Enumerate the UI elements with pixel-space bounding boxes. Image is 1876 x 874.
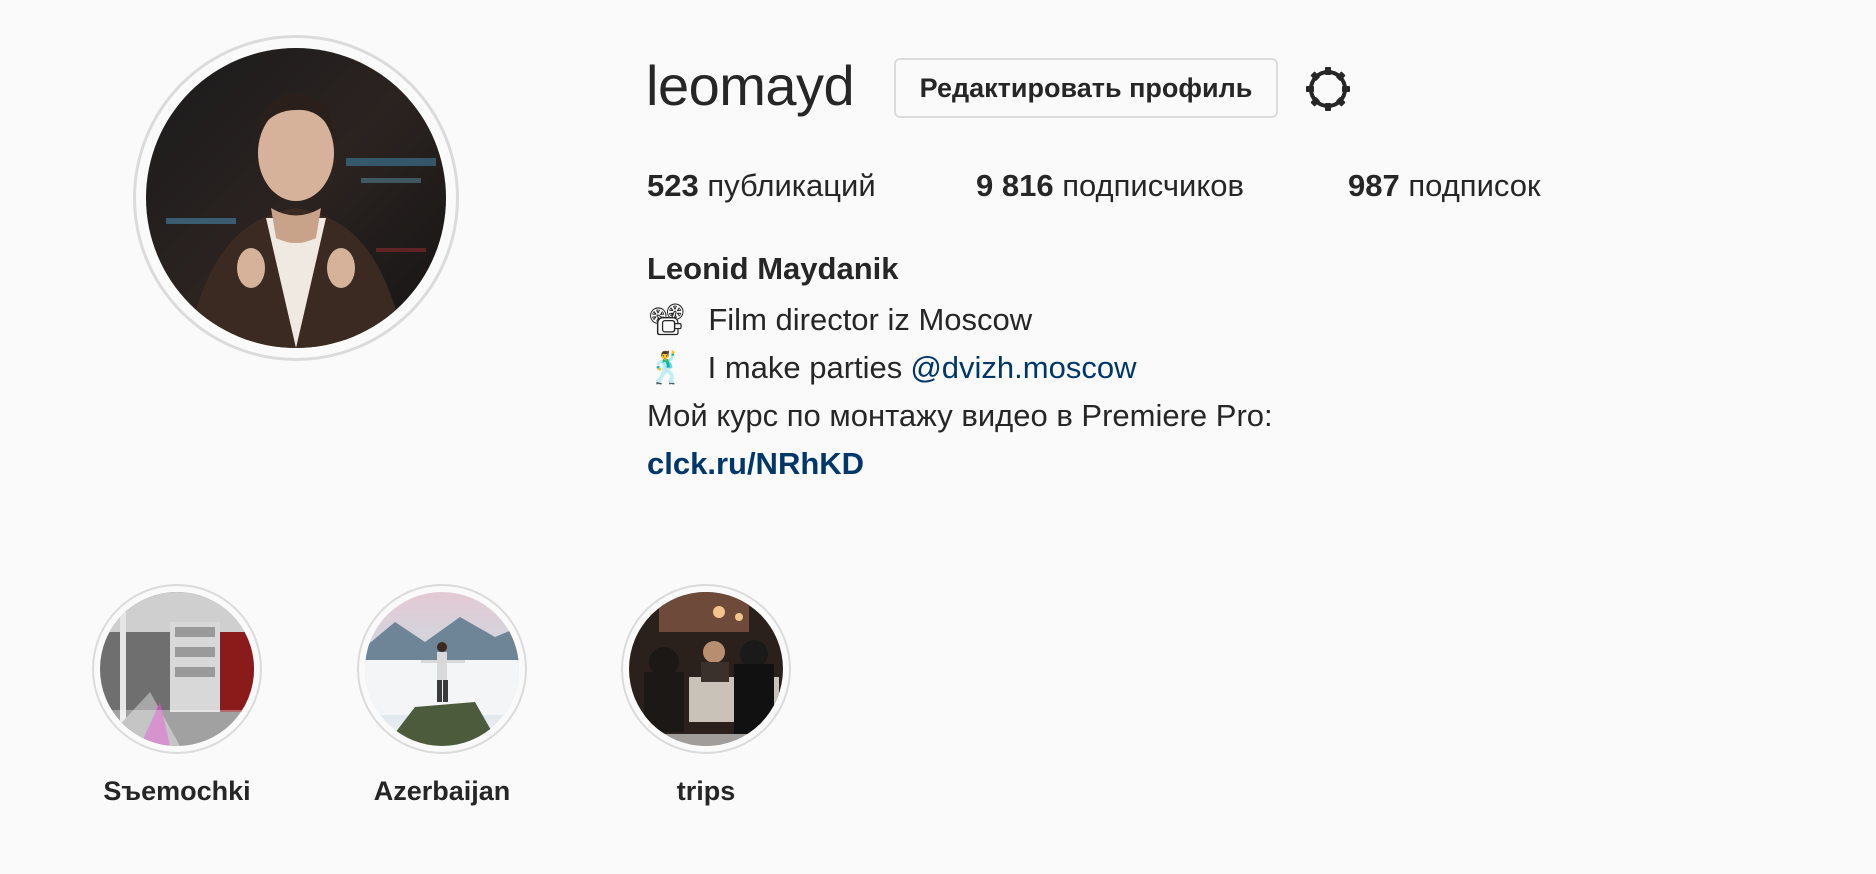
highlight-label: Azerbaijan — [373, 776, 511, 806]
avatar-photo — [146, 48, 446, 348]
bio-text-course: Мой курс по монтажу видео в Premiere Pro… — [647, 398, 1273, 433]
followers-count: 9 816 — [976, 168, 1054, 203]
dancing-man-icon: 🕺 — [647, 350, 686, 385]
highlight-label: trips — [676, 776, 736, 806]
highlight-cover-image — [629, 592, 783, 746]
bio-text-film: Film director iz Moscow — [708, 302, 1033, 337]
profile-username: leomayd — [646, 54, 855, 117]
highlight-item[interactable]: trips — [621, 584, 791, 808]
stat-posts[interactable]: 523 публикаций — [647, 166, 876, 206]
bio-line-link: clck.ru/NRhKD — [647, 440, 1273, 488]
posts-count: 523 — [647, 168, 699, 203]
profile-avatar[interactable] — [133, 35, 459, 361]
following-label: подписок — [1408, 168, 1541, 203]
edit-profile-button[interactable]: Редактировать профиль — [894, 58, 1278, 118]
gear-icon[interactable] — [1302, 63, 1354, 115]
bio-text-parties: I make parties — [707, 350, 903, 385]
stat-following[interactable]: 987 подписок — [1348, 166, 1541, 206]
stat-followers[interactable]: 9 816 подписчиков — [976, 166, 1244, 206]
highlight-item[interactable]: Azerbaijan — [357, 584, 527, 808]
bio-line-film: 📽 Film director iz Moscow — [647, 296, 1273, 344]
highlight-cover-ring — [621, 584, 791, 754]
highlight-cover-image — [100, 592, 254, 746]
bio-mention-link[interactable]: @dvizh.moscow — [910, 344, 1136, 392]
highlight-cover-ring — [357, 584, 527, 754]
film-projector-icon: 📽 — [647, 302, 687, 337]
bio-line-course: Мой курс по монтажу видео в Premiere Pro… — [647, 392, 1273, 440]
profile-bio: Leonid Maydanik 📽 Film director iz Mosco… — [647, 248, 1273, 488]
bio-line-parties: 🕺 I make parties @dvizh.moscow — [647, 344, 1273, 392]
bio-external-link[interactable]: clck.ru/NRhKD — [647, 440, 864, 488]
posts-label: публикаций — [707, 168, 876, 203]
highlight-cover-image — [365, 592, 519, 746]
followers-label: подписчиков — [1062, 168, 1244, 203]
highlight-item[interactable]: Sъemochki — [92, 584, 262, 808]
highlight-label: Sъemochki — [103, 776, 251, 806]
profile-full-name: Leonid Maydanik — [647, 251, 899, 286]
following-count: 987 — [1348, 168, 1400, 203]
highlight-cover-ring — [92, 584, 262, 754]
